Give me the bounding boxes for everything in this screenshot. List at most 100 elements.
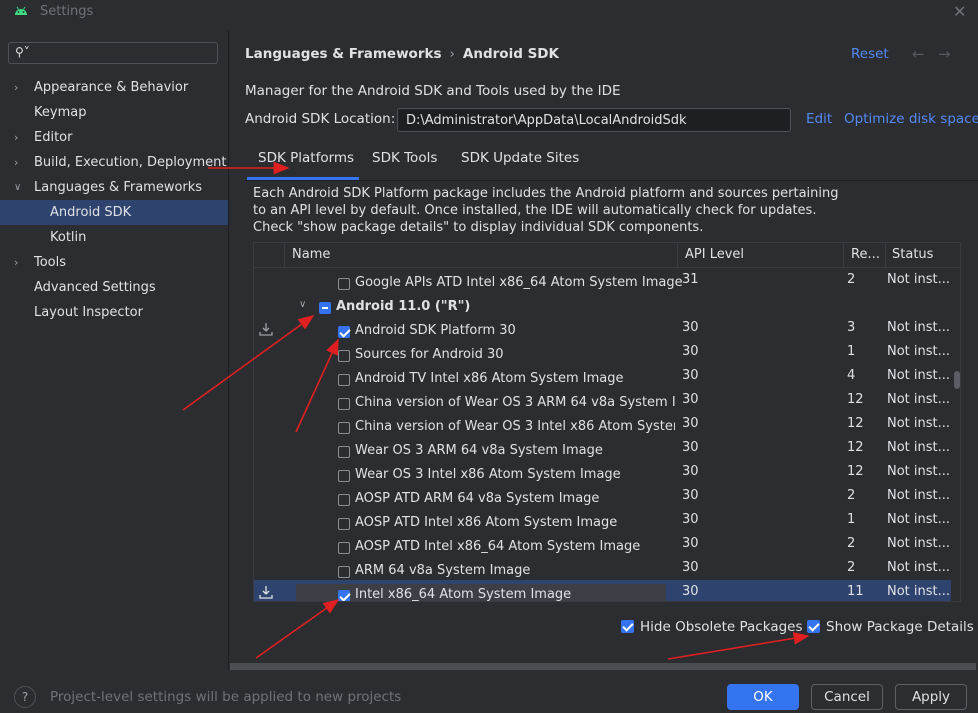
row-status: Not inst... bbox=[887, 584, 951, 599]
tabs-divider bbox=[245, 180, 978, 181]
row-checkbox[interactable] bbox=[338, 470, 350, 482]
table-row[interactable]: China version of Wear OS 3 Intel x86 Ato… bbox=[254, 416, 951, 440]
row-status: Not inst... bbox=[887, 320, 951, 335]
column-header-name[interactable]: Name bbox=[292, 247, 330, 262]
show-details-label[interactable]: Show Package Details bbox=[826, 619, 974, 635]
row-checkbox[interactable] bbox=[338, 494, 350, 506]
android-icon bbox=[15, 6, 27, 15]
column-separator bbox=[885, 243, 886, 267]
apply-button[interactable]: Apply bbox=[895, 684, 967, 710]
sidebar-item-appearance[interactable]: › Appearance & Behavior bbox=[0, 75, 228, 100]
row-name: ARM 64 v8a System Image bbox=[355, 563, 531, 578]
row-name: China version of Wear OS 3 ARM 64 v8a Sy… bbox=[355, 395, 675, 410]
row-checkbox[interactable] bbox=[338, 350, 350, 362]
breadcrumb-item[interactable]: Languages & Frameworks bbox=[245, 46, 442, 62]
table-row[interactable]: Wear OS 3 Intel x86 Atom System Image 30… bbox=[254, 464, 951, 488]
sidebar-item-tools[interactable]: › Tools bbox=[0, 250, 228, 275]
hide-obsolete-label[interactable]: Hide Obsolete Packages bbox=[640, 619, 803, 635]
sidebar-item-editor[interactable]: › Editor bbox=[0, 125, 228, 150]
table-scrollbar[interactable] bbox=[954, 371, 960, 389]
row-api-level: 31 bbox=[682, 272, 699, 287]
footer-note: Project-level settings will be applied t… bbox=[50, 689, 402, 705]
window-title: Settings bbox=[40, 4, 94, 19]
tab-sdk-tools[interactable]: SDK Tools bbox=[372, 150, 437, 166]
tab-sdk-update-sites[interactable]: SDK Update Sites bbox=[461, 150, 579, 166]
row-checkbox[interactable] bbox=[338, 374, 350, 386]
row-revision: 1 bbox=[847, 344, 856, 359]
show-details-checkbox[interactable] bbox=[807, 620, 820, 633]
sidebar-item-android-sdk[interactable]: Android SDK bbox=[0, 200, 228, 225]
row-status: Not inst... bbox=[887, 464, 951, 479]
settings-search[interactable]: ⚲˅ bbox=[8, 42, 218, 64]
help-button[interactable]: ? bbox=[14, 686, 36, 708]
row-revision: 1 bbox=[847, 512, 856, 527]
row-name: Intel x86_64 Atom System Image bbox=[355, 587, 572, 602]
row-api-level: 30 bbox=[682, 584, 699, 599]
row-status: Not inst... bbox=[887, 272, 951, 287]
row-checkbox[interactable] bbox=[338, 326, 350, 338]
table-row[interactable]: AOSP ATD ARM 64 v8a System Image 30 2 No… bbox=[254, 488, 951, 512]
search-icon: ⚲˅ bbox=[15, 45, 30, 59]
table-row[interactable]: AOSP ATD Intel x86 Atom System Image 30 … bbox=[254, 512, 951, 536]
row-api-level: 30 bbox=[682, 464, 699, 479]
row-checkbox[interactable] bbox=[338, 422, 350, 434]
row-api-level: 30 bbox=[682, 392, 699, 407]
row-api-level: 30 bbox=[682, 536, 699, 551]
row-status: Not inst... bbox=[887, 512, 951, 527]
row-name: Android SDK Platform 30 bbox=[355, 323, 516, 338]
row-revision: 2 bbox=[847, 560, 856, 575]
row-revision: 4 bbox=[847, 368, 856, 383]
table-row[interactable]: Google APIs ATD Intel x86_64 Atom System… bbox=[254, 272, 951, 296]
table-row[interactable]: Android TV Intel x86 Atom System Image 3… bbox=[254, 368, 951, 392]
table-group-row[interactable]: ∨ Android 11.0 ("R") bbox=[254, 296, 951, 320]
column-header-api-level[interactable]: API Level bbox=[685, 247, 744, 262]
sdk-location-input[interactable] bbox=[404, 112, 788, 129]
sidebar-item-languages[interactable]: ∨ Languages & Frameworks bbox=[0, 175, 228, 200]
sidebar-item-label: Advanced Settings bbox=[34, 280, 156, 295]
table-row[interactable]: Sources for Android 30 30 1 Not inst... bbox=[254, 344, 951, 368]
chevron-down-icon[interactable]: ∨ bbox=[299, 299, 306, 310]
download-icon bbox=[259, 323, 273, 336]
row-checkbox[interactable] bbox=[338, 542, 350, 554]
sdk-platforms-table[interactable]: Name API Level Re... Status Google APIs … bbox=[253, 242, 961, 602]
row-checkbox[interactable] bbox=[338, 518, 350, 530]
sidebar-divider bbox=[228, 30, 229, 670]
table-row[interactable]: Wear OS 3 ARM 64 v8a System Image 30 12 … bbox=[254, 440, 951, 464]
sidebar-item-kotlin[interactable]: Kotlin bbox=[0, 225, 228, 250]
column-header-revision[interactable]: Re... bbox=[851, 247, 880, 262]
column-header-status[interactable]: Status bbox=[892, 247, 933, 262]
table-row[interactable]: AOSP ATD Intel x86_64 Atom System Image … bbox=[254, 536, 951, 560]
row-checkbox[interactable] bbox=[338, 566, 350, 578]
cancel-button[interactable]: Cancel bbox=[811, 684, 883, 710]
edit-link[interactable]: Edit bbox=[806, 111, 832, 127]
ok-button[interactable]: OK bbox=[727, 684, 799, 710]
horizontal-scrollbar[interactable] bbox=[230, 663, 976, 670]
table-row-selected[interactable]: Intel x86_64 Atom System Image 30 11 Not… bbox=[254, 580, 951, 602]
row-name: Wear OS 3 Intel x86 Atom System Image bbox=[355, 467, 621, 482]
row-revision: 2 bbox=[847, 488, 856, 503]
tab-sdk-platforms[interactable]: SDK Platforms bbox=[258, 150, 354, 166]
sidebar-item-label: Editor bbox=[34, 130, 73, 145]
search-input[interactable] bbox=[35, 45, 217, 63]
back-arrow-icon[interactable]: ← bbox=[912, 45, 925, 63]
sidebar-item-keymap[interactable]: Keymap bbox=[0, 100, 228, 125]
row-checkbox[interactable] bbox=[338, 278, 350, 290]
reset-link[interactable]: Reset bbox=[851, 46, 889, 62]
close-icon[interactable]: ✕ bbox=[953, 2, 966, 21]
sidebar-item-build[interactable]: › Build, Execution, Deployment bbox=[0, 150, 228, 175]
row-api-level: 30 bbox=[682, 368, 699, 383]
row-checkbox[interactable] bbox=[338, 590, 350, 601]
hide-obsolete-checkbox[interactable] bbox=[621, 620, 634, 633]
sidebar-item-advanced[interactable]: Advanced Settings bbox=[0, 275, 228, 300]
download-icon bbox=[259, 586, 273, 599]
sidebar-item-label: Layout Inspector bbox=[34, 305, 143, 320]
row-checkbox[interactable] bbox=[338, 398, 350, 410]
forward-arrow-icon[interactable]: → bbox=[938, 45, 951, 63]
group-checkbox[interactable] bbox=[319, 302, 331, 314]
row-checkbox[interactable] bbox=[338, 446, 350, 458]
optimize-disk-link[interactable]: Optimize disk space bbox=[844, 111, 978, 127]
sidebar-item-layout-inspector[interactable]: Layout Inspector bbox=[0, 300, 228, 325]
table-row[interactable]: Android SDK Platform 30 30 3 Not inst... bbox=[254, 320, 951, 344]
sdk-location-field[interactable] bbox=[397, 108, 791, 132]
table-row[interactable]: China version of Wear OS 3 ARM 64 v8a Sy… bbox=[254, 392, 951, 416]
